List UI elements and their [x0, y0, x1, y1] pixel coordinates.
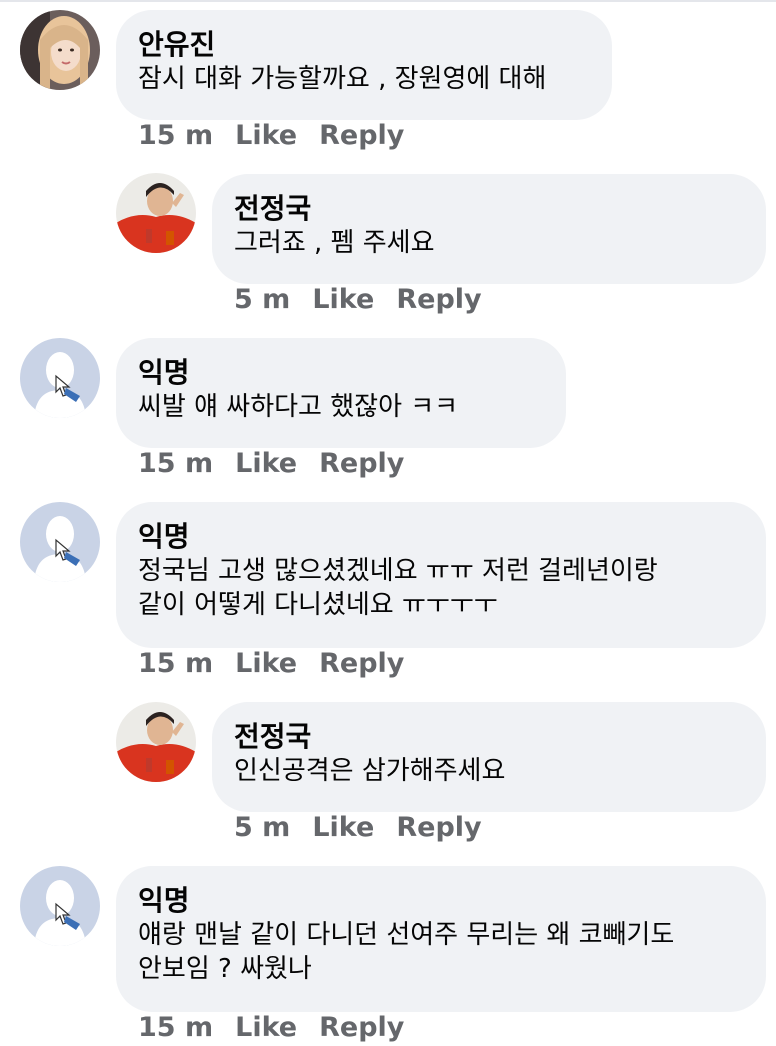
avatar[interactable] [116, 173, 196, 253]
comment-actions: 5 m Like Reply [234, 812, 482, 844]
comment-text: 그러죠 , 펨 주세요 [234, 228, 435, 258]
avatar[interactable] [20, 338, 100, 418]
top-divider [0, 0, 776, 2]
reply-button[interactable]: Reply [319, 120, 404, 152]
reply-button[interactable]: Reply [319, 1012, 404, 1044]
like-button[interactable]: Like [312, 284, 374, 316]
comment-author[interactable]: 전정국 [234, 192, 744, 226]
comment-time[interactable]: 5 m [234, 812, 290, 844]
man-avatar-icon [116, 702, 196, 782]
comment-actions: 15 m Like Reply [138, 1012, 404, 1044]
reply-button[interactable]: Reply [396, 812, 481, 844]
reply-button[interactable]: Reply [319, 648, 404, 680]
avatar[interactable] [20, 10, 100, 90]
comment-actions: 5 m Like Reply [234, 284, 482, 316]
comment-bubble: 익명 씨발 얘 싸하다고 했잖아 ㅋㅋ [116, 338, 566, 448]
avatar[interactable] [20, 502, 100, 582]
comment-bubble: 익명 얘랑 맨날 같이 다니던 선여주 무리는 왜 코빼기도 안보임 ? 싸웠나 [116, 866, 766, 1012]
comment-author[interactable]: 익명 [138, 884, 744, 918]
avatar[interactable] [116, 702, 196, 782]
comment-time[interactable]: 15 m [138, 120, 213, 152]
like-button[interactable]: Like [235, 448, 297, 480]
woman-avatar-icon [20, 10, 100, 90]
avatar[interactable] [20, 866, 100, 946]
comment-author[interactable]: 전정국 [234, 720, 744, 754]
anonymous-avatar-icon [20, 502, 100, 582]
comment-text: 얘랑 맨날 같이 다니던 선여주 무리는 왜 코빼기도 안보임 ? 싸웠나 [138, 920, 675, 984]
like-button[interactable]: Like [235, 1012, 297, 1044]
comment-author[interactable]: 익명 [138, 520, 744, 554]
comment-time[interactable]: 15 m [138, 1012, 213, 1044]
reply-button[interactable]: Reply [396, 284, 481, 316]
comment-actions: 15 m Like Reply [138, 448, 404, 480]
comment-time[interactable]: 15 m [138, 448, 213, 480]
comment-time[interactable]: 5 m [234, 284, 290, 316]
comment-text: 잠시 대화 가능할까요 , 장원영에 대해 [138, 64, 547, 94]
comment-text: 인신공격은 삼가해주세요 [234, 756, 506, 786]
like-button[interactable]: Like [312, 812, 374, 844]
comment-text: 정국님 고생 많으셨겠네요 ㅠㅠ 저런 걸레년이랑 같이 어떻게 다니셨네요 ㅠ… [138, 556, 658, 620]
comment-bubble: 익명 정국님 고생 많으셨겠네요 ㅠㅠ 저런 걸레년이랑 같이 어떻게 다니셨네… [116, 502, 766, 648]
comment-author[interactable]: 안유진 [138, 28, 590, 62]
comment-actions: 15 m Like Reply [138, 120, 404, 152]
comment-bubble: 전정국 인신공격은 삼가해주세요 [212, 702, 766, 812]
comment-bubble: 전정국 그러죠 , 펨 주세요 [212, 174, 766, 284]
like-button[interactable]: Like [235, 120, 297, 152]
comment-bubble: 안유진 잠시 대화 가능할까요 , 장원영에 대해 [116, 10, 612, 120]
comment-text: 씨발 얘 싸하다고 했잖아 ㅋㅋ [138, 392, 459, 422]
anonymous-avatar-icon [20, 866, 100, 946]
comment-actions: 15 m Like Reply [138, 648, 404, 680]
man-avatar-icon [116, 173, 196, 253]
like-button[interactable]: Like [235, 648, 297, 680]
comment-author[interactable]: 익명 [138, 356, 544, 390]
anonymous-avatar-icon [20, 338, 100, 418]
reply-button[interactable]: Reply [319, 448, 404, 480]
comment-time[interactable]: 15 m [138, 648, 213, 680]
